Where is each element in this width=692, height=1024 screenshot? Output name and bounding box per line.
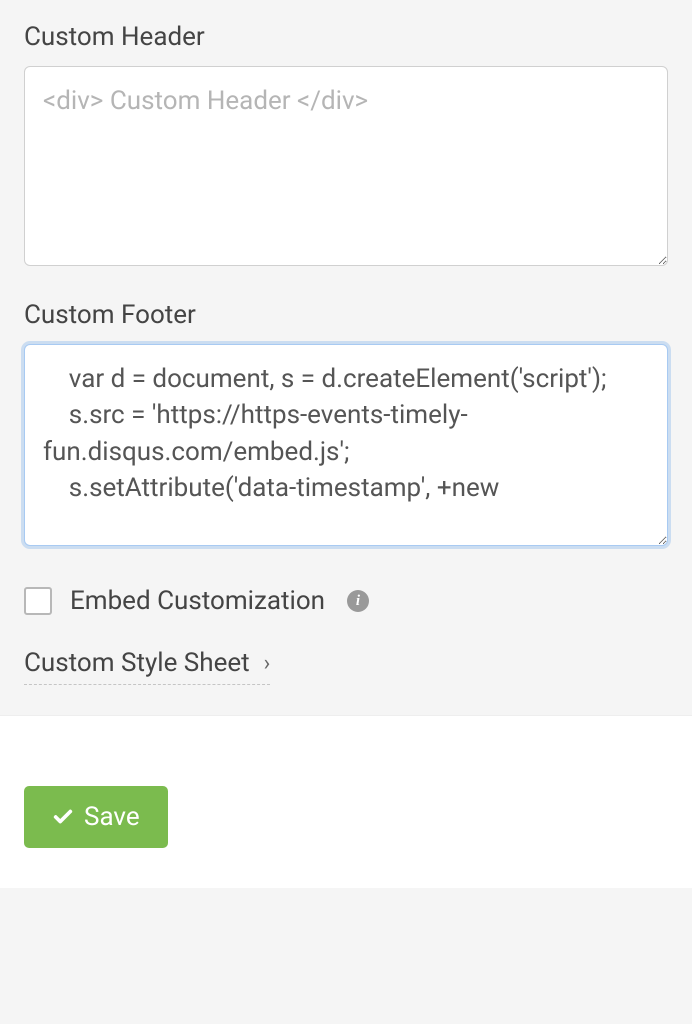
custom-style-sheet-toggle[interactable]: Custom Style Sheet › — [24, 648, 270, 685]
footer-bar: Save — [0, 715, 692, 888]
chevron-right-icon: › — [264, 651, 271, 676]
info-icon[interactable]: i — [347, 590, 369, 612]
custom-footer-label: Custom Footer — [24, 300, 668, 330]
custom-style-sheet-label: Custom Style Sheet — [24, 648, 250, 678]
custom-header-group: Custom Header — [24, 22, 668, 270]
custom-header-label: Custom Header — [24, 22, 668, 52]
check-icon — [52, 806, 74, 828]
embed-customization-row: Embed Customization i — [24, 586, 668, 616]
embed-customization-label: Embed Customization — [70, 586, 325, 616]
custom-header-textarea[interactable] — [24, 66, 668, 266]
embed-customization-checkbox[interactable] — [24, 587, 52, 615]
custom-footer-group: Custom Footer — [24, 300, 668, 550]
save-button-label: Save — [84, 802, 140, 832]
save-button[interactable]: Save — [24, 786, 168, 848]
custom-footer-textarea[interactable] — [24, 344, 668, 546]
